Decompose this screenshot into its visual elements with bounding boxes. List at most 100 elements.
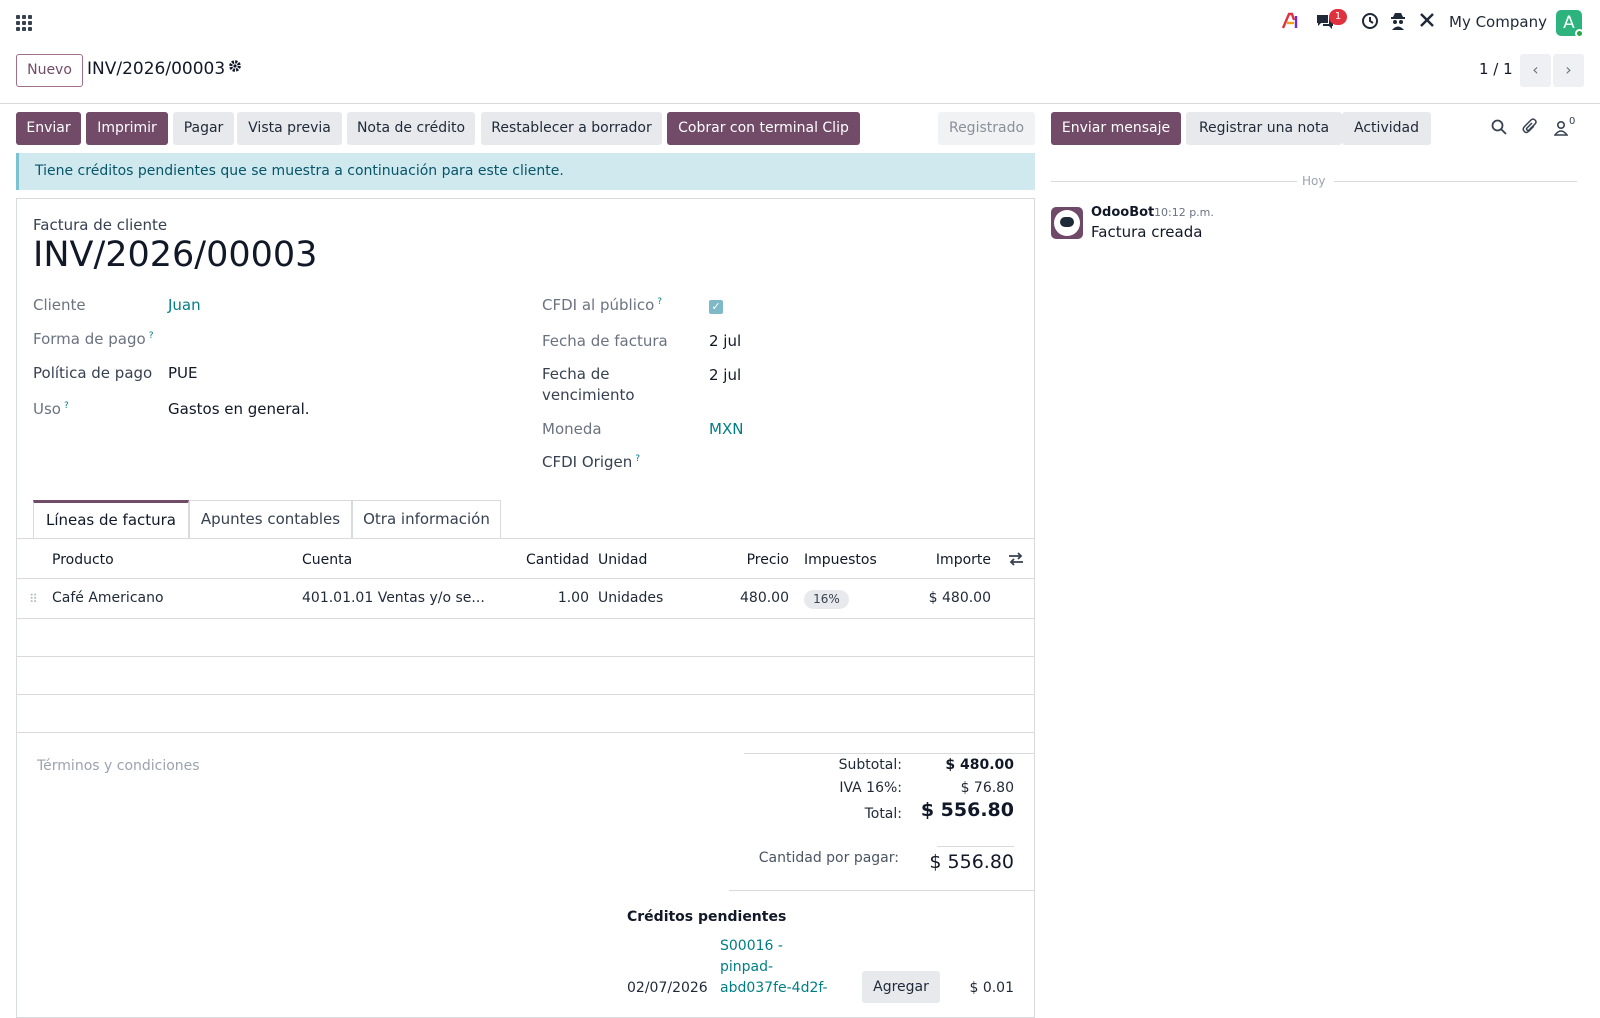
line-product[interactable]: Café Americano [52, 590, 164, 606]
column-header-unit[interactable]: Unidad [598, 552, 647, 568]
breadcrumb-record: INV/2026/00003 [87, 59, 226, 79]
spy-icon[interactable] [1387, 12, 1409, 34]
invoice-number-title: INV/2026/00003 [33, 235, 318, 275]
subtotal-value: $ 480.00 [945, 757, 1014, 773]
line-tax-tag[interactable]: 16% [804, 590, 849, 609]
collect-clip-terminal-button[interactable]: Cobrar con terminal Clip [667, 112, 860, 145]
cfdi-public-checkbox[interactable]: ✓ [709, 300, 723, 314]
tab-other-info[interactable]: Otra información [352, 500, 501, 538]
credit-reference-link[interactable]: S00016 - [720, 938, 783, 954]
tabs-divider [17, 538, 1034, 539]
followers-icon[interactable] [1553, 120, 1569, 140]
preview-button[interactable]: Vista previa [237, 112, 342, 145]
table-row-divider [17, 694, 1034, 695]
column-header-product[interactable]: Producto [52, 552, 114, 568]
terms-and-conditions-field[interactable]: Términos y condiciones [37, 758, 200, 774]
table-row-divider [17, 732, 1034, 733]
day-divider-left [1051, 181, 1297, 182]
odoobot-visor [1060, 217, 1074, 227]
pager-previous-button[interactable]: ‹ [1520, 54, 1551, 87]
send-message-button[interactable]: Enviar mensaje [1051, 112, 1181, 145]
optional-columns-icon[interactable] [1008, 552, 1024, 570]
cfdi-origin-field[interactable] [709, 450, 1009, 474]
usage-field[interactable]: Gastos en general. [168, 400, 310, 418]
message-body: Factura creada [1091, 223, 1203, 241]
send-button[interactable]: Enviar [16, 112, 81, 145]
invoice-date-field[interactable]: 2 jul [709, 332, 741, 350]
help-icon[interactable]: ? [64, 401, 69, 411]
column-header-taxes[interactable]: Impuestos [804, 552, 877, 568]
log-note-button[interactable]: Registrar una nota [1186, 112, 1342, 145]
print-button[interactable]: Imprimir [86, 112, 168, 145]
help-icon[interactable]: ? [657, 297, 662, 307]
column-header-quantity[interactable]: Cantidad [487, 552, 589, 568]
column-header-amount[interactable]: Importe [897, 552, 991, 568]
tools-icon[interactable] [1416, 12, 1438, 34]
due-date-label: Fecha de [542, 365, 610, 383]
due-date-field[interactable]: 2 jul [709, 366, 741, 384]
line-account[interactable]: 401.01.01 Ventas y/o se... [302, 590, 485, 606]
total-label: Total: [864, 806, 902, 822]
message-author[interactable]: OdooBot [1091, 205, 1154, 220]
line-unit[interactable]: Unidades [598, 590, 663, 606]
pager-next-button[interactable]: › [1553, 54, 1584, 87]
table-row-divider [17, 656, 1034, 657]
amount-due-divider [937, 846, 1014, 847]
tab-invoice-lines[interactable]: Líneas de factura [33, 500, 189, 538]
invoice-date-label: Fecha de factura [542, 332, 668, 350]
credits-divider [729, 890, 1034, 891]
vat-value: $ 76.80 [960, 780, 1014, 796]
subtotal-label: Subtotal: [838, 757, 902, 773]
status-posted[interactable]: Registrado [938, 112, 1035, 145]
pay-button[interactable]: Pagar [173, 112, 234, 145]
client-field[interactable]: Juan [168, 296, 201, 314]
credit-date: 02/07/2026 [627, 980, 708, 996]
currency-label: Moneda [542, 420, 602, 438]
help-icon[interactable]: ? [635, 454, 640, 464]
ai-icon[interactable] [1280, 12, 1302, 34]
vat-label: IVA 16%: [839, 780, 902, 796]
credit-note-button[interactable]: Nota de crédito [347, 112, 475, 145]
cfdi-origin-label: CFDI Origen? [542, 453, 641, 471]
due-date-label-line2: vencimiento [542, 386, 635, 404]
followers-count: 0 [1569, 116, 1576, 127]
pager-value[interactable]: 1 / 1 [1479, 60, 1513, 78]
column-header-account[interactable]: Cuenta [302, 552, 352, 568]
total-value: $ 556.80 [920, 799, 1014, 821]
message-time: 10:12 p.m. [1154, 206, 1214, 219]
line-price[interactable]: 480.00 [697, 590, 789, 606]
activity-button[interactable]: Actividad [1342, 112, 1431, 145]
credit-amount: $ 0.01 [969, 980, 1014, 996]
payment-policy-label: Política de pago [33, 364, 153, 382]
tab-journal-items[interactable]: Apuntes contables [189, 500, 352, 538]
payment-policy-field[interactable]: PUE [168, 364, 198, 382]
column-header-price[interactable]: Precio [697, 552, 789, 568]
payment-method-field[interactable] [168, 327, 508, 351]
currency-field[interactable]: MXN [709, 420, 743, 438]
pending-credits-alert: Tiene créditos pendientes que se muestra… [16, 153, 1035, 190]
totals-divider [744, 753, 1034, 754]
new-button[interactable]: Nuevo [16, 54, 83, 87]
invoice-type-label: Factura de cliente [33, 216, 168, 234]
credit-reference-link-line2[interactable]: pinpad- [720, 959, 773, 975]
outstanding-credits-title: Créditos pendientes [627, 909, 787, 925]
gear-icon[interactable] [228, 58, 242, 77]
amount-due-label: Cantidad por pagar: [758, 850, 899, 866]
paperclip-icon[interactable] [1522, 118, 1538, 140]
add-credit-button[interactable]: Agregar [862, 971, 940, 1003]
line-amount: $ 480.00 [928, 590, 991, 606]
search-icon[interactable] [1491, 119, 1507, 139]
reset-to-draft-button[interactable]: Restablecer a borrador [481, 112, 662, 145]
usage-label: Uso? [33, 400, 69, 418]
cfdi-public-label: CFDI al público? [542, 296, 663, 314]
credit-reference-link-line3[interactable]: abd037fe-4d2f- [720, 980, 828, 996]
apps-grid-icon[interactable] [16, 15, 32, 31]
clock-icon[interactable] [1359, 12, 1381, 34]
line-quantity[interactable]: 1.00 [487, 590, 589, 606]
help-icon[interactable]: ? [149, 331, 154, 341]
day-divider-label: Hoy [1302, 174, 1326, 188]
table-header-divider [17, 578, 1034, 579]
messages-badge: 1 [1329, 9, 1347, 25]
company-switcher[interactable]: My Company [1449, 13, 1547, 31]
drag-handle-icon[interactable]: ⠿ [29, 592, 38, 606]
